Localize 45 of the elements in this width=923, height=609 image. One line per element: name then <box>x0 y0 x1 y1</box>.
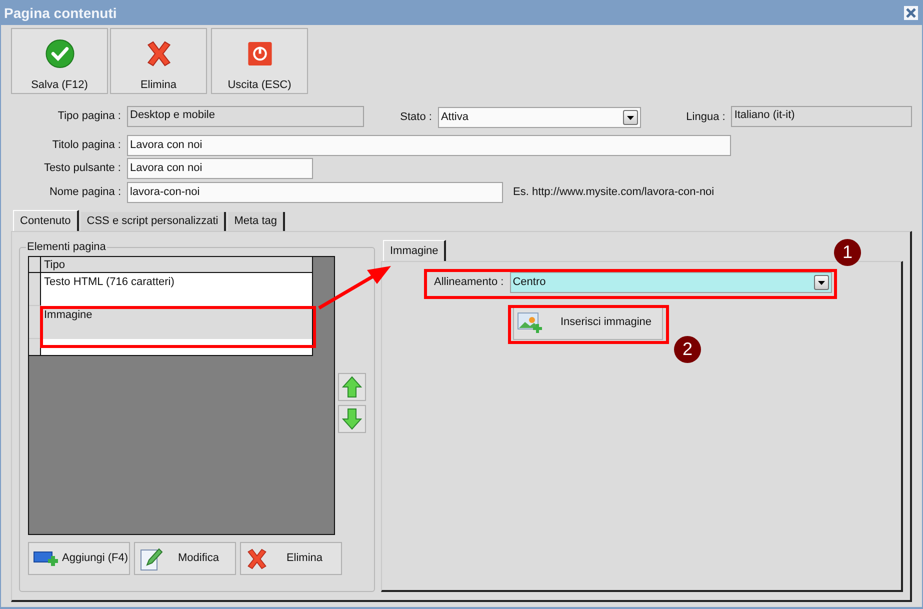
cross-icon <box>245 546 269 570</box>
table-cell-text: Testo HTML (716 caratteri) <box>43 275 176 290</box>
alignment-dropdown[interactable]: Centro <box>510 272 832 293</box>
tab[interactable]: CSS e script personalizzati <box>80 212 226 231</box>
readonly-field[interactable]: Desktop e mobile <box>127 106 364 127</box>
table-row[interactable]: Immagine <box>29 306 312 339</box>
close-icon <box>906 8 916 18</box>
field-label: Nome pagina : <box>48 185 121 200</box>
text-field[interactable]: lavora-con-noi <box>127 182 503 203</box>
tab[interactable]: Immagine <box>383 240 446 261</box>
pencil-document-icon <box>139 546 163 572</box>
insert-image-button[interactable]: Inserisci immagine <box>513 305 663 340</box>
status-dropdown[interactable]: Attiva <box>438 107 642 128</box>
readonly-field[interactable]: Italiano (it-it) <box>731 106 912 127</box>
toolbar-button[interactable]: Salva (F12) <box>11 28 108 94</box>
tab[interactable]: Meta tag <box>228 212 286 231</box>
window-title: Pagina contenuti <box>4 4 117 23</box>
field-label: Tipo pagina : <box>56 109 121 124</box>
check-icon <box>44 39 74 68</box>
column-header: Tipo <box>43 258 66 272</box>
action-button[interactable]: Modifica <box>134 542 236 575</box>
arrow-down-icon <box>342 408 362 430</box>
table-cell-text: Immagine <box>43 308 94 323</box>
window-plus-icon <box>33 550 59 568</box>
text-field[interactable]: Lavora con noi <box>127 158 313 179</box>
text-field[interactable]: Lavora con noi <box>127 135 731 156</box>
tab[interactable]: Contenuto <box>13 210 79 231</box>
toolbar-button[interactable]: Elimina <box>110 28 207 94</box>
field-label: Allineamento : <box>434 275 504 290</box>
dropdown-caret-icon[interactable] <box>623 110 638 125</box>
dropdown-caret-icon[interactable] <box>814 275 829 290</box>
move-down-button[interactable] <box>338 405 366 433</box>
image-plus-icon <box>517 312 543 334</box>
action-button[interactable]: Aggiungi (F4) <box>28 542 130 575</box>
field-label: Testo pulsante : <box>42 161 121 176</box>
move-up-button[interactable] <box>338 373 366 401</box>
group-title: Elementi pagina <box>26 239 107 256</box>
field-label: Lingua : <box>685 110 726 125</box>
field-label: Stato : <box>399 110 432 125</box>
field-label: Titolo pagina : <box>51 138 121 154</box>
toolbar-button[interactable]: Uscita (ESC) <box>211 28 308 94</box>
close-button[interactable] <box>904 6 918 20</box>
action-button[interactable]: Elimina <box>240 542 342 575</box>
hint-text: Es. http://www.mysite.com/lavora-con-noi <box>513 185 714 200</box>
arrow-up-icon <box>342 376 362 398</box>
